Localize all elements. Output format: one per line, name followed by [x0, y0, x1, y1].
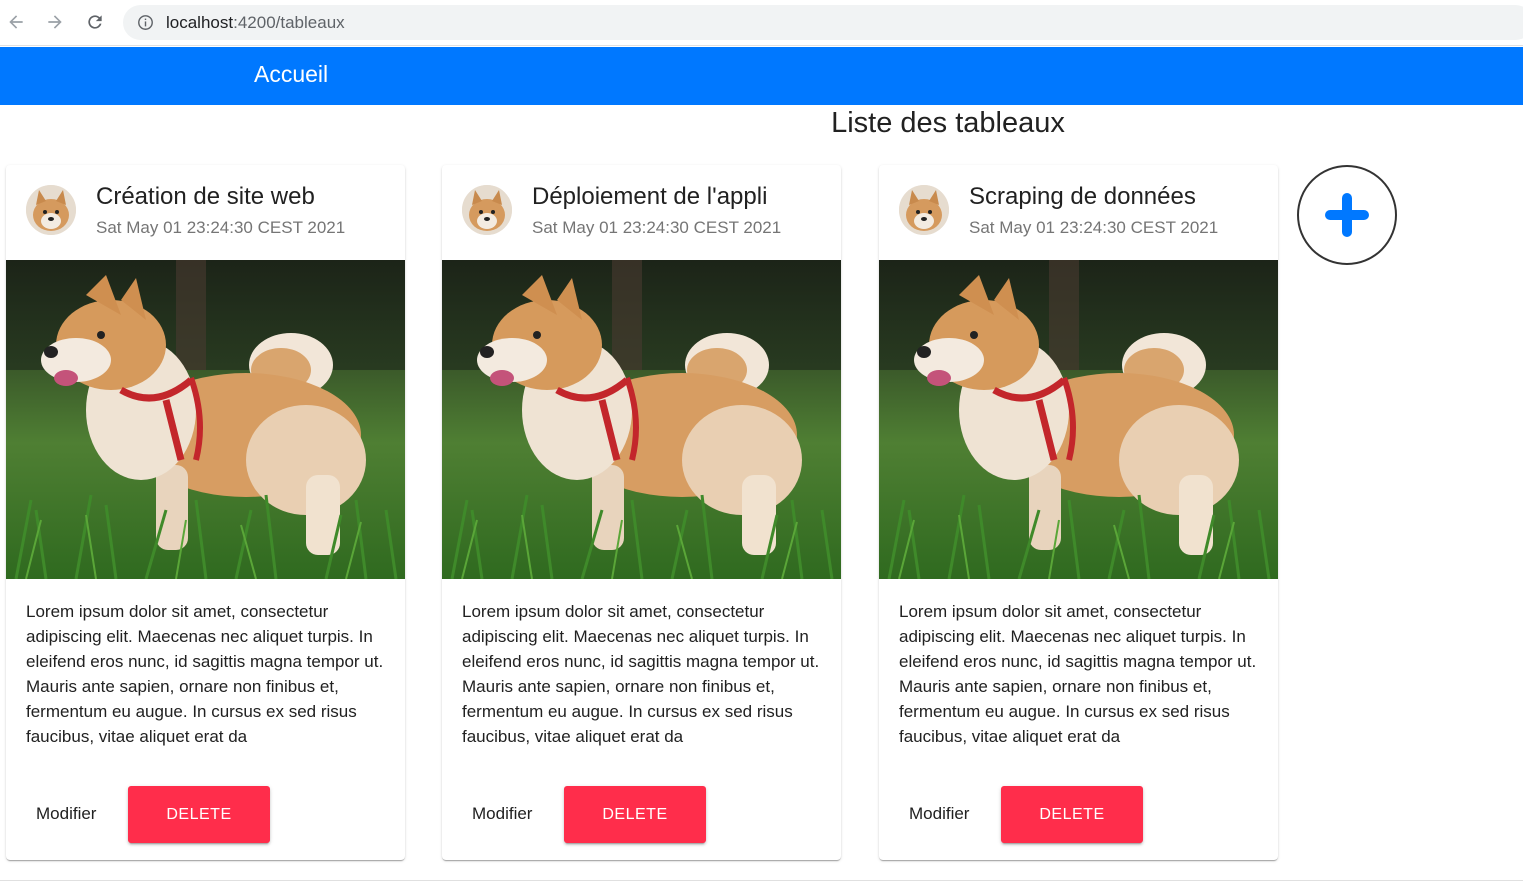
- delete-button[interactable]: DELETE: [128, 786, 270, 843]
- card-header: Création de site web Sat May 01 23:24:30…: [6, 165, 405, 260]
- card-title: Scraping de données: [969, 183, 1196, 210]
- reload-icon: [88, 15, 102, 29]
- arrow-right-icon: [48, 15, 62, 29]
- card-image: [6, 260, 405, 579]
- card-image: [442, 260, 841, 579]
- card-text: Lorem ipsum dolor sit amet, consectetur …: [26, 602, 384, 746]
- modify-button[interactable]: Modifier: [895, 786, 983, 842]
- card-subtitle: Sat May 01 23:24:30 CEST 2021: [532, 218, 782, 237]
- arrow-left-icon: [9, 15, 23, 29]
- dog-avatar-image: [899, 185, 949, 235]
- card-header: Scraping de données Sat May 01 23:24:30 …: [879, 165, 1278, 260]
- dog-photo: [6, 260, 405, 579]
- modify-button[interactable]: Modifier: [458, 786, 546, 842]
- back-button[interactable]: [3, 9, 29, 35]
- avatar: [899, 185, 949, 235]
- avatar: [462, 185, 512, 235]
- card-title: Déploiement de l'appli: [532, 183, 768, 210]
- card-actions: Modifier DELETE: [442, 786, 841, 844]
- delete-button[interactable]: DELETE: [564, 786, 706, 843]
- forward-button[interactable]: [42, 9, 68, 35]
- delete-button[interactable]: DELETE: [1001, 786, 1143, 843]
- card-title: Création de site web: [96, 183, 315, 210]
- card-subtitle: Sat May 01 23:24:30 CEST 2021: [96, 218, 346, 237]
- card-tableau: Scraping de données Sat May 01 23:24:30 …: [879, 165, 1278, 860]
- url-host: localhost: [166, 13, 234, 32]
- card-actions: Modifier DELETE: [6, 786, 405, 844]
- card-tableau: Déploiement de l'appli Sat May 01 23:24:…: [442, 165, 841, 860]
- dog-avatar-image: [26, 185, 76, 235]
- avatar: [26, 185, 76, 235]
- info-icon[interactable]: [137, 14, 154, 31]
- page-title: Liste des tableaux: [831, 107, 1065, 139]
- plus-icon: [1325, 193, 1369, 237]
- app-navbar: Accueil: [0, 47, 1523, 105]
- browser-toolbar: localhost:4200/tableaux: [0, 0, 1523, 46]
- card-text: Lorem ipsum dolor sit amet, consectetur …: [462, 602, 820, 746]
- address-bar[interactable]: localhost:4200/tableaux: [123, 5, 1523, 40]
- reload-button[interactable]: [82, 9, 108, 35]
- modify-button[interactable]: Modifier: [22, 786, 110, 842]
- home-link[interactable]: Accueil: [254, 61, 328, 88]
- dog-photo: [879, 260, 1278, 579]
- card-subtitle: Sat May 01 23:24:30 CEST 2021: [969, 218, 1219, 237]
- card-actions: Modifier DELETE: [879, 786, 1278, 844]
- dog-avatar-image: [462, 185, 512, 235]
- dog-photo: [442, 260, 841, 579]
- add-tableau-button[interactable]: [1297, 165, 1397, 265]
- card-tableau: Création de site web Sat May 01 23:24:30…: [6, 165, 405, 860]
- url-text: localhost:4200/tableaux: [166, 13, 345, 33]
- card-image: [879, 260, 1278, 579]
- url-path: :4200/tableaux: [233, 13, 345, 32]
- card-text: Lorem ipsum dolor sit amet, consectetur …: [899, 602, 1257, 746]
- divider: [0, 880, 1523, 881]
- card-header: Déploiement de l'appli Sat May 01 23:24:…: [442, 165, 841, 260]
